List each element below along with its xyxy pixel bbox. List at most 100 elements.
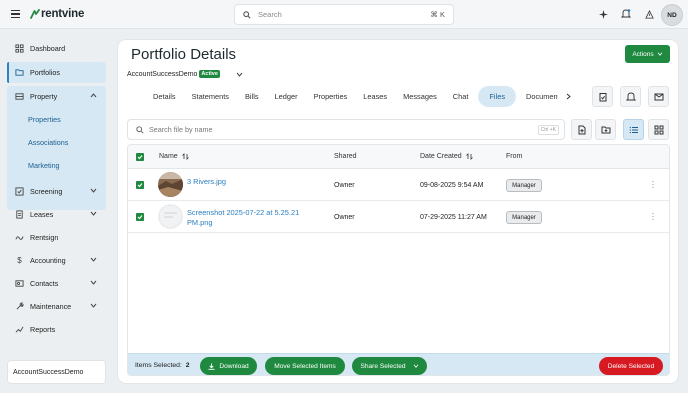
download-button[interactable]: Download [200,357,257,375]
row-menu-icon[interactable]: · · · [651,210,655,224]
tab-ledger[interactable]: Ledger [267,86,306,107]
tab-documents[interactable]: Documents [518,86,558,107]
sidebar-item-maintenance[interactable]: Maintenance [7,296,106,317]
tab-details[interactable]: Details [145,86,184,107]
alert-icon[interactable] [643,8,655,20]
chevron-down-icon [90,188,97,193]
file-search-shortcut: Ctrl +K [537,125,559,135]
brand-logo[interactable]: rentvine [30,8,84,20]
account-selector[interactable]: AccountSuccessDemo Active [127,70,243,78]
share-selected-button[interactable]: Share Selected [352,357,427,375]
portfolio-icon [15,68,24,77]
sidebar-item-label: Portfolios [30,68,60,77]
main-panel: Portfolio Details Actions AccountSuccess… [118,40,678,383]
column-header-name[interactable]: Name [159,153,189,160]
rentvine-logo-icon [30,9,40,19]
list-view-toggle[interactable] [623,119,644,140]
account-name: AccountSuccessDemo [127,70,198,78]
search-placeholder: Search [258,10,282,19]
tab-files[interactable]: Files [478,86,517,107]
grid-icon [654,125,663,134]
page-title: Portfolio Details [131,46,237,63]
file-thumbnail[interactable] [158,172,183,197]
sidebar-item-label: Screening [30,187,63,196]
tab-statements[interactable]: Statements [184,86,237,107]
chevron-down-icon [90,280,97,285]
file-search-input[interactable]: Search file by name Ctrl +K [127,119,565,140]
global-search-input[interactable]: Search ⌘ K [234,4,454,25]
approval-button[interactable] [592,86,613,107]
reports-icon [15,325,24,334]
table-row[interactable]: 3 Rivers.jpg Owner 09-08-2025 9:54 AM Ma… [128,169,669,201]
items-selected-number: 2 [185,362,190,369]
chevron-right-icon[interactable] [566,93,571,100]
contacts-icon [15,279,24,288]
chevron-down-icon [90,303,97,308]
column-header-label: Date Created [420,153,462,160]
sidebar-subitem-associations[interactable]: Associations [28,138,68,147]
download-label: Download [219,362,249,370]
brand-name: rentvine [41,8,85,20]
items-selected-count: Items Selected: 2 [135,362,190,369]
search-icon [243,10,251,19]
envelope-icon [654,93,663,100]
user-avatar[interactable]: ND [661,4,683,26]
select-all-checkbox[interactable] [136,153,144,161]
sidebar-item-accounting[interactable]: $ Accounting [7,250,106,271]
dashboard-icon [15,44,24,53]
sparkle-icon[interactable] [597,8,609,20]
file-search-placeholder: Search file by name [149,125,213,134]
rentsign-icon [15,233,24,242]
actions-button[interactable]: Actions [625,45,670,63]
file-add-icon [578,125,585,134]
tab-bills[interactable]: Bills [237,86,267,107]
sidebar-item-dashboard[interactable]: Dashboard [7,38,106,59]
notification-bell-icon[interactable] [620,8,632,20]
file-name-link[interactable]: Screenshot 2025-07-22 at 5.25.21 PM.png [187,208,307,228]
upload-file-button[interactable] [571,119,592,140]
file-name-link[interactable]: 3 Rivers.jpg [187,177,226,187]
sidebar-subitem-properties[interactable]: Properties [28,115,61,124]
tab-messages[interactable]: Messages [395,86,445,107]
file-thumbnail[interactable] [158,204,183,229]
tab-properties[interactable]: Properties [306,86,356,107]
new-folder-button[interactable] [595,119,616,140]
sidebar-item-reports[interactable]: Reports [7,319,106,340]
column-header-date[interactable]: Date Created [420,153,473,160]
property-icon [15,92,24,101]
sort-icon [181,153,189,160]
top-bar: rentvine Search ⌘ K ND [0,0,688,29]
sidebar-item-contacts[interactable]: Contacts [7,273,106,294]
sidebar-item-leases[interactable]: Leases [7,204,106,225]
folder-add-icon [601,126,610,133]
sidebar-item-label: Dashboard [30,44,66,53]
shared-cell: Owner [334,182,355,189]
sidebar-item-rentsign[interactable]: Rentsign [7,227,106,248]
chevron-down-icon [413,364,418,368]
move-selected-button[interactable]: Move Selected Items [265,357,345,375]
email-button[interactable] [648,86,669,107]
search-icon [136,125,144,134]
table-row[interactable]: Screenshot 2025-07-22 at 5.25.21 PM.png … [128,201,669,233]
tab-chat[interactable]: Chat [445,86,477,107]
column-header-label: Name [159,153,178,160]
bell-icon [625,92,636,100]
check-icon [137,215,143,220]
notify-button[interactable] [620,86,641,107]
download-icon [208,363,215,370]
delete-selected-button[interactable]: Delete Selected [599,357,663,375]
sidebar-item-screening[interactable]: Screening [7,181,106,202]
row-checkbox[interactable] [136,181,144,189]
tab-leases[interactable]: Leases [355,86,395,107]
row-checkbox[interactable] [136,213,144,221]
leases-icon [15,210,24,219]
organization-switcher[interactable]: AccountSuccessDemo [7,360,106,384]
sidebar-item-property[interactable]: Property [7,86,106,107]
sidebar-item-portfolios[interactable]: Portfolios [7,62,106,83]
check-icon [137,155,143,160]
sidebar-subitem-marketing[interactable]: Marketing [28,161,60,170]
search-shortcut: ⌘ K [430,10,445,19]
row-menu-icon[interactable]: · · · [651,178,655,192]
menu-icon[interactable] [11,10,20,18]
grid-view-toggle[interactable] [648,119,669,140]
